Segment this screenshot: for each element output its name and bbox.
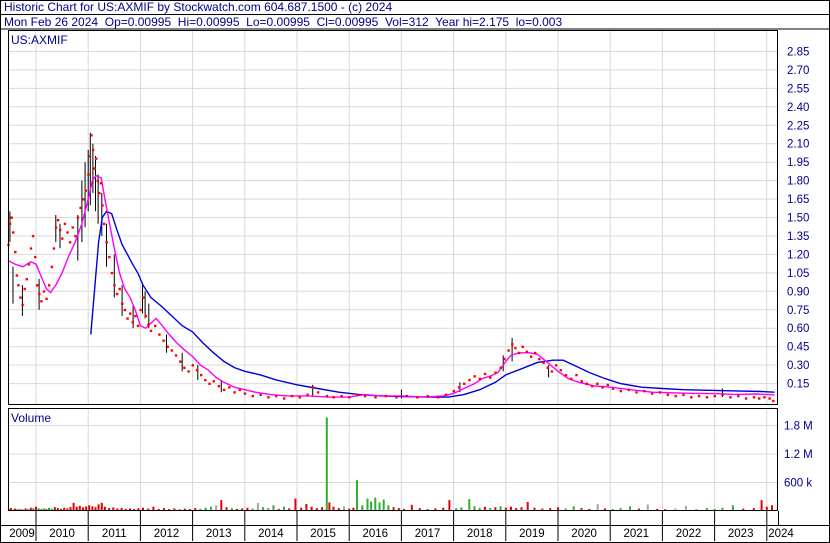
svg-text:2020: 2020 (571, 528, 597, 540)
stock-chart-canvas: 0.15 0.30 0.45 0.60 0.75 0.90 1.05 1.20 1.35 1.50… (0, 0, 830, 543)
svg-text:1.8 M: 1.8 M (784, 421, 813, 433)
svg-text:2.40: 2.40 (787, 102, 809, 114)
svg-text:2009: 2009 (9, 528, 35, 540)
ma-fast-line (7, 174, 775, 398)
chart-header-line2: Mon Feb 26 2024 Op=0.00995 Hi=0.00995 Lo… (4, 15, 563, 29)
svg-text:2018: 2018 (467, 528, 493, 540)
svg-text:0.60: 0.60 (787, 323, 809, 335)
svg-text:1.80: 1.80 (787, 176, 809, 188)
svg-text:2013: 2013 (206, 528, 232, 540)
svg-text:2.70: 2.70 (787, 65, 809, 77)
volume-bars (7, 417, 773, 512)
svg-text:1.2 M: 1.2 M (784, 449, 813, 461)
svg-text:2016: 2016 (363, 528, 389, 540)
svg-text:2.85: 2.85 (787, 46, 809, 58)
svg-text:1.20: 1.20 (787, 249, 809, 261)
svg-text:2014: 2014 (258, 528, 284, 540)
svg-text:1.50: 1.50 (787, 213, 809, 225)
close-price-dots (7, 134, 775, 403)
chart-header-line1: Historic Chart for US:AXMIF by Stockwatc… (4, 0, 393, 14)
svg-text:2024: 2024 (768, 528, 794, 540)
svg-text:2022: 2022 (676, 528, 702, 540)
svg-text:2.55: 2.55 (787, 83, 809, 95)
svg-text:0.90: 0.90 (787, 286, 809, 298)
high-low-bars (9, 132, 723, 399)
svg-text:2021: 2021 (624, 528, 650, 540)
svg-text:1.05: 1.05 (787, 268, 809, 280)
price-axis-labels: 0.15 0.30 0.45 0.60 0.75 0.90 1.05 1.20 1.35 1.50… (787, 46, 809, 390)
svg-text:1.65: 1.65 (787, 194, 809, 206)
panel-borders (0, 0, 830, 543)
svg-text:0.45: 0.45 (787, 342, 809, 354)
svg-text:2010: 2010 (49, 528, 75, 540)
svg-text:2012: 2012 (154, 528, 180, 540)
svg-text:0.75: 0.75 (787, 305, 809, 317)
ma-slow-line (90, 210, 775, 398)
historic-chart-window: 0.15 0.30 0.45 0.60 0.75 0.90 1.05 1.20 1.35 1.50… (0, 0, 830, 543)
svg-text:2023: 2023 (728, 528, 754, 540)
svg-text:600 k: 600 k (784, 478, 812, 490)
svg-text:1.35: 1.35 (787, 231, 809, 243)
svg-text:1.95: 1.95 (787, 157, 809, 169)
price-panel-title: US:AXMIF (11, 33, 68, 47)
volume-axis-labels: 600 k 1.2 M 1.8 M (784, 421, 813, 490)
svg-text:2019: 2019 (519, 528, 545, 540)
svg-text:0.30: 0.30 (787, 360, 809, 372)
svg-text:2.25: 2.25 (787, 120, 809, 132)
svg-text:2011: 2011 (102, 528, 127, 540)
svg-text:2017: 2017 (415, 528, 441, 540)
svg-text:2015: 2015 (310, 528, 336, 540)
volume-panel-title: Volume (11, 411, 52, 425)
svg-text:2.10: 2.10 (787, 139, 809, 151)
svg-text:0.15: 0.15 (787, 379, 809, 391)
grid-lines (8, 30, 778, 511)
